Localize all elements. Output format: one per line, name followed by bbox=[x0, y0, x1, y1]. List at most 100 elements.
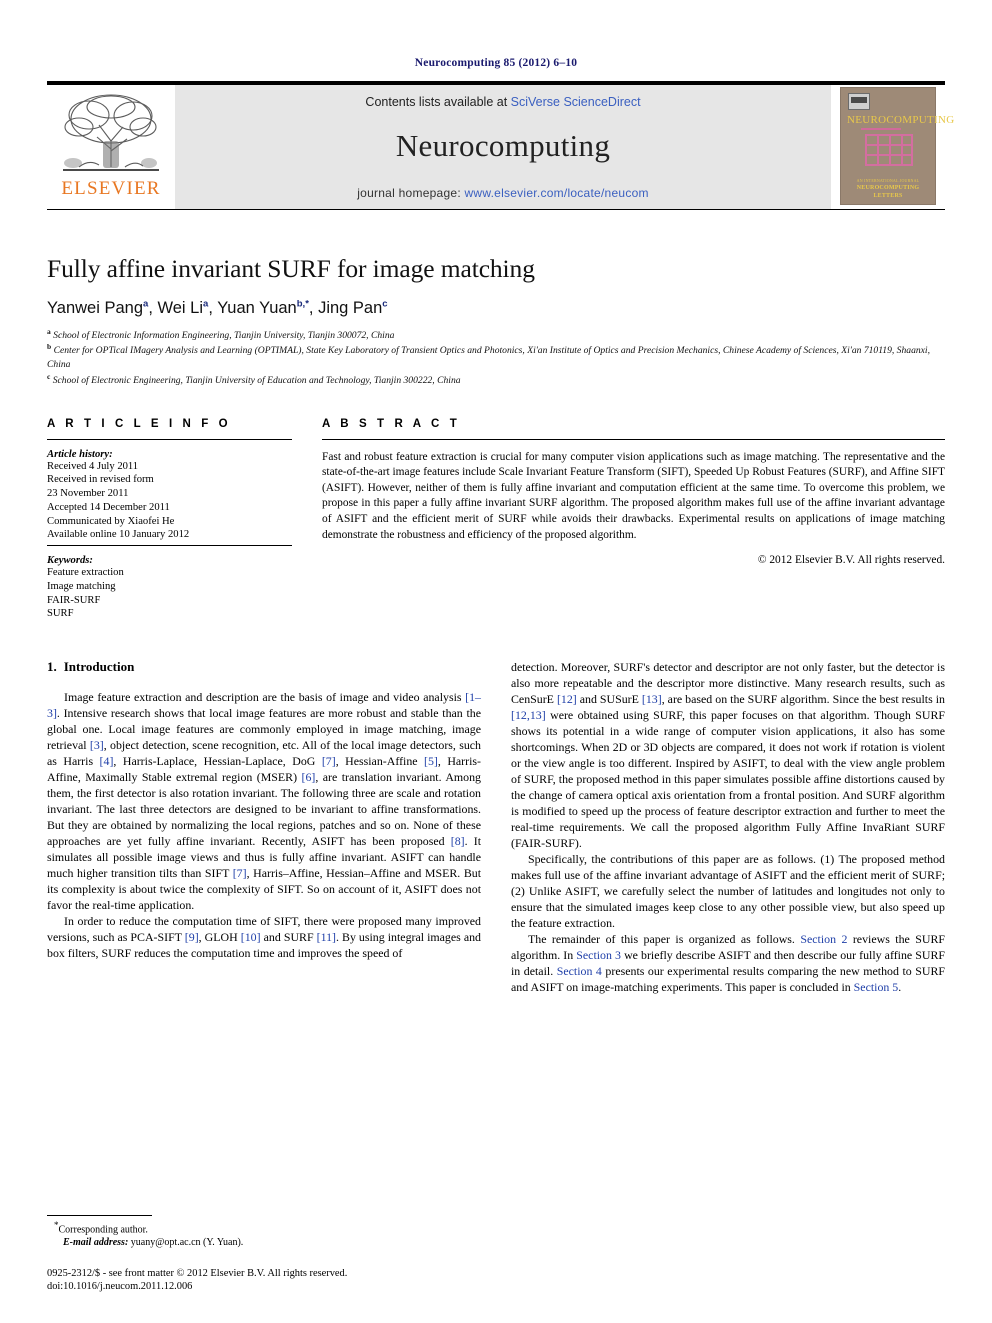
cover-image: NEUROCOMPUTING AN INTERNATIONAL JOURNAL … bbox=[840, 87, 954, 205]
journal-masthead: ELSEVIER Contents lists available at Sci… bbox=[47, 81, 954, 209]
cover-underline bbox=[861, 128, 901, 130]
keyword-item: FAIR-SURF bbox=[47, 594, 101, 606]
sciencedirect-link[interactable]: SciVerse ScienceDirect bbox=[511, 95, 641, 109]
paragraph: detection. Moreover, SURF's detector and… bbox=[511, 660, 945, 851]
article-history-label: Article history: bbox=[47, 448, 113, 460]
history-line: Communicated by Xiaofei He bbox=[47, 515, 175, 527]
author-separator: , bbox=[208, 298, 218, 317]
introduction-heading: 1. Introduction bbox=[47, 659, 481, 675]
cover-footer-line1: NEUROCOMPUTING bbox=[856, 185, 920, 191]
author-separator: , bbox=[308, 298, 319, 317]
homepage-prefix: journal homepage: bbox=[357, 186, 465, 200]
journal-homepage-line: journal homepage: www.elsevier.com/locat… bbox=[357, 186, 649, 200]
author-name: Jing Pan bbox=[318, 298, 383, 317]
history-line: Available online 10 January 2012 bbox=[47, 529, 190, 541]
paragraph: In order to reduce the computation time … bbox=[47, 914, 481, 961]
journal-cover-thumbnail: NEUROCOMPUTING AN INTERNATIONAL JOURNAL … bbox=[831, 81, 954, 209]
contents-prefix: Contents lists available at bbox=[365, 95, 511, 109]
section-link[interactable]: Section 4 bbox=[557, 964, 602, 978]
section-number: 1. bbox=[47, 659, 57, 675]
info-abstract-section: A R T I C L E I N F O Article history: R… bbox=[47, 418, 945, 622]
history-line: Accepted 14 December 2011 bbox=[47, 501, 170, 513]
affiliation-text: School of Electronic Information Enginee… bbox=[53, 329, 395, 341]
citation-link[interactable]: [12] bbox=[557, 692, 577, 706]
citation-link[interactable]: [3] bbox=[90, 738, 104, 752]
abstract-column: A B S T R A C T Fast and robust feature … bbox=[322, 418, 945, 622]
email-value: yuany@opt.ac.cn (Y. Yuan). bbox=[130, 1237, 244, 1249]
history-line: Received 4 July 2011 bbox=[47, 460, 139, 472]
masthead-center: Contents lists available at SciVerse Sci… bbox=[175, 81, 831, 209]
affiliation-item: a School of Electronic Information Engin… bbox=[47, 327, 945, 343]
author-name: Wei Li bbox=[157, 298, 204, 317]
citation-link[interactable]: [13] bbox=[642, 692, 662, 706]
section-link[interactable]: Section 3 bbox=[576, 948, 621, 962]
abstract-heading: A B S T R A C T bbox=[322, 417, 461, 430]
author-list: Yanwei Panga, Wei Lia, Yuan Yuanb,*, Jin… bbox=[47, 298, 945, 318]
author-name: Yuan Yuan bbox=[217, 298, 297, 317]
cover-chip-icon bbox=[848, 93, 870, 110]
author-entry: Wei Lia, bbox=[157, 298, 218, 317]
title-block: Fully affine invariant SURF for image ma… bbox=[47, 254, 945, 388]
abstract-copyright: © 2012 Elsevier B.V. All rights reserved… bbox=[757, 554, 945, 567]
affiliation-list: a School of Electronic Information Engin… bbox=[47, 327, 945, 388]
article-info-column: A R T I C L E I N F O Article history: R… bbox=[47, 418, 292, 622]
citation-link[interactable]: [1–3] bbox=[47, 690, 481, 720]
abstract-text: Fast and robust feature extraction is cr… bbox=[322, 450, 945, 541]
citation-link[interactable]: [6] bbox=[302, 770, 316, 784]
affiliation-item: c School of Electronic Engineering, Tian… bbox=[47, 372, 945, 388]
cover-footer-line2: LETTERS bbox=[873, 193, 903, 199]
article-history-rule bbox=[47, 545, 292, 547]
corresponding-author-note: *Corresponding author. bbox=[47, 1220, 481, 1237]
citation-link[interactable]: [4] bbox=[100, 754, 114, 768]
corresponding-text: Corresponding author. bbox=[58, 1224, 148, 1236]
masthead-bottom-rule bbox=[47, 209, 945, 210]
citation-link[interactable]: [5] bbox=[424, 754, 438, 768]
citation-link[interactable]: [12,13] bbox=[511, 708, 546, 722]
paragraph: Specifically, the contributions of this … bbox=[511, 852, 945, 931]
affiliation-mark: a bbox=[47, 326, 51, 336]
journal-title: Neurocomputing bbox=[395, 128, 611, 163]
history-line: Received in revised form bbox=[47, 474, 154, 486]
affiliation-text: Center for OPTical IMagery Analysis and … bbox=[47, 345, 930, 371]
cover-footer-small: AN INTERNATIONAL JOURNAL bbox=[856, 178, 920, 183]
issn-line: 0925-2312/$ - see front matter © 2012 El… bbox=[47, 1267, 348, 1279]
section-link[interactable]: Section 2 bbox=[800, 932, 847, 946]
affiliation-text: School of Electronic Engineering, Tianji… bbox=[52, 374, 461, 386]
paragraph: Image feature extraction and description… bbox=[47, 690, 482, 913]
article-info-heading: A R T I C L E I N F O bbox=[47, 417, 232, 430]
running-head: Neurocomputing 85 (2012) 6–10 bbox=[414, 57, 578, 69]
author-entry: Jing Panc bbox=[318, 298, 388, 317]
article-page: Neurocomputing 85 (2012) 6–10 ELSEVIER C… bbox=[0, 0, 992, 1323]
page-footer: 0925-2312/$ - see front matter © 2012 El… bbox=[47, 1267, 481, 1294]
keywords-label: Keywords: bbox=[47, 555, 93, 567]
doi-line: doi:10.1016/j.neucom.2011.12.006 bbox=[47, 1281, 193, 1293]
journal-homepage-link[interactable]: www.elsevier.com/locate/neucom bbox=[465, 186, 649, 200]
keyword-item: Image matching bbox=[47, 580, 116, 592]
author-affiliation-mark: c bbox=[382, 298, 388, 309]
email-note: E-mail address: yuany@opt.ac.cn (Y. Yuan… bbox=[47, 1236, 481, 1249]
author-entry: Yuan Yuanb,*, bbox=[217, 298, 319, 317]
author-affiliation-mark: b,* bbox=[296, 298, 309, 309]
section-link[interactable]: Section 5 bbox=[854, 980, 899, 994]
article-info-rule bbox=[47, 438, 292, 440]
author-name: Yanwei Pang bbox=[47, 298, 144, 317]
author-entry: Yanwei Panga, bbox=[47, 298, 157, 317]
article-history-block: Article history: Received 4 July 2011 Re… bbox=[47, 449, 292, 543]
affiliation-mark: c bbox=[47, 371, 51, 381]
elsevier-tree-icon bbox=[63, 94, 159, 171]
email-label: E-mail address: bbox=[63, 1237, 129, 1249]
citation-link[interactable]: [9] bbox=[185, 930, 199, 944]
history-line: 23 November 2011 bbox=[47, 488, 129, 500]
citation-link[interactable]: [10] bbox=[241, 930, 261, 944]
citation-link[interactable]: [8] bbox=[451, 834, 465, 848]
citation-link[interactable]: [7] bbox=[233, 866, 247, 880]
citation-link[interactable]: [7] bbox=[322, 754, 336, 768]
citation-link[interactable]: [11] bbox=[317, 930, 336, 944]
page-title: Fully affine invariant SURF for image ma… bbox=[47, 254, 535, 283]
footnote-rule bbox=[47, 1214, 152, 1216]
footnote-area: *Corresponding author. E-mail address: y… bbox=[47, 1214, 481, 1294]
keywords-block: Keywords: Feature extraction Image match… bbox=[47, 555, 292, 621]
keyword-item: SURF bbox=[47, 608, 74, 620]
elsevier-logo: ELSEVIER bbox=[47, 81, 175, 209]
body-columns: 1. Introduction Image feature extraction … bbox=[47, 659, 945, 995]
